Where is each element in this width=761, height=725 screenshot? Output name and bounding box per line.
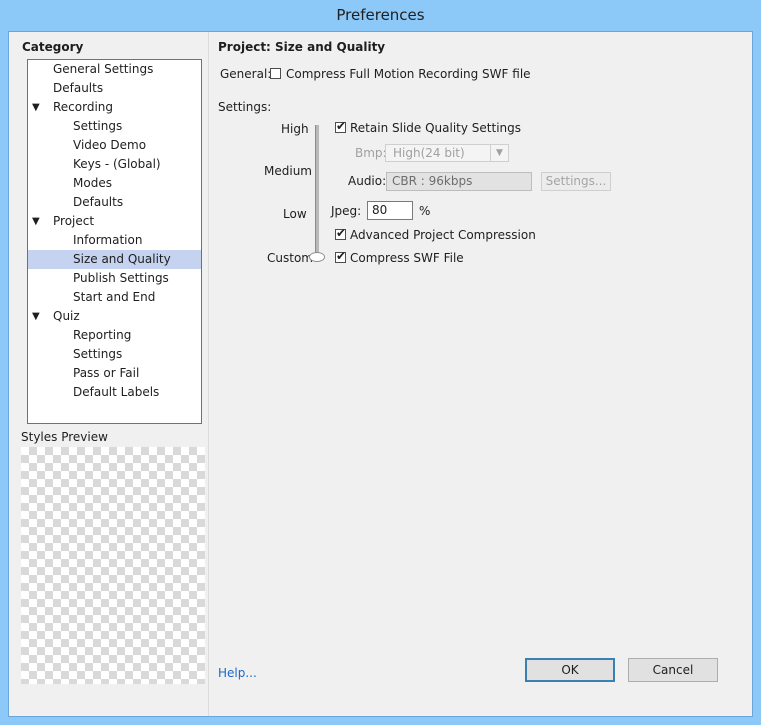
general-label: General: — [220, 67, 272, 81]
compress-fmr-label[interactable]: Compress Full Motion Recording SWF file — [286, 67, 531, 81]
tree-item-recording-defaults[interactable]: Defaults — [28, 193, 201, 212]
retain-quality-checkbox[interactable]: ✔ — [335, 119, 347, 133]
tree-item-label: Size and Quality — [73, 252, 171, 266]
category-tree[interactable]: General Settings Defaults ▼ Recording Se… — [27, 59, 202, 424]
tree-item-label: Reporting — [73, 328, 132, 342]
expand-arrow-icon[interactable]: ▼ — [32, 307, 42, 326]
compress-fmr-checkbox[interactable] — [270, 68, 281, 79]
bmp-select-value: High(24 bit) — [393, 146, 465, 160]
quality-slider-track[interactable] — [315, 125, 319, 255]
tree-item-label: General Settings — [53, 62, 154, 76]
advanced-compression-checkbox[interactable]: ✔ — [335, 226, 347, 240]
tree-item-project[interactable]: ▼ Project — [28, 212, 201, 231]
expand-arrow-icon[interactable]: ▼ — [32, 212, 42, 231]
jpeg-unit: % — [419, 204, 431, 218]
tree-item-label: Pass or Fail — [73, 366, 140, 380]
styles-preview-canvas — [21, 447, 205, 684]
quality-level-high[interactable]: High — [281, 122, 309, 136]
quality-level-custom[interactable]: Custom — [267, 251, 313, 265]
jpeg-label: Jpeg: — [331, 204, 362, 218]
tree-item-label: Quiz — [53, 309, 80, 323]
checkmark-icon: ✔ — [336, 119, 347, 133]
tree-item-default-labels[interactable]: Default Labels — [28, 383, 201, 402]
advanced-compression-label[interactable]: Advanced Project Compression — [350, 228, 536, 242]
tree-item-reporting[interactable]: Reporting — [28, 326, 201, 345]
retain-quality-label[interactable]: Retain Slide Quality Settings — [350, 121, 521, 135]
tree-item-label: Information — [73, 233, 143, 247]
quality-slider-thumb[interactable] — [309, 252, 325, 262]
tree-item-video-demo[interactable]: Video Demo — [28, 136, 201, 155]
tree-item-label: Publish Settings — [73, 271, 169, 285]
tree-item-quiz-settings[interactable]: Settings — [28, 345, 201, 364]
tree-item-keys-global[interactable]: Keys - (Global) — [28, 155, 201, 174]
tree-item-recording-settings[interactable]: Settings — [28, 117, 201, 136]
cancel-button[interactable]: Cancel — [628, 658, 718, 682]
tree-item-defaults[interactable]: Defaults — [28, 79, 201, 98]
audio-settings-button[interactable]: Settings... — [541, 172, 611, 191]
settings-label: Settings: — [218, 100, 272, 114]
audio-field: CBR : 96kbps — [386, 172, 532, 191]
tree-item-label: Settings — [73, 119, 123, 133]
tree-item-label: Recording — [53, 100, 114, 114]
tree-item-label: Modes — [73, 176, 112, 190]
quality-level-low[interactable]: Low — [283, 207, 307, 221]
tree-item-label: Settings — [73, 347, 123, 361]
tree-item-quiz[interactable]: ▼ Quiz — [28, 307, 201, 326]
tree-item-recording[interactable]: ▼ Recording — [28, 98, 201, 117]
audio-label: Audio: — [348, 174, 387, 188]
dialog-client-area: Category General Settings Defaults ▼ Rec… — [8, 31, 753, 717]
tree-item-label: Keys - (Global) — [73, 157, 161, 171]
tree-item-start-and-end[interactable]: Start and End — [28, 288, 201, 307]
help-link[interactable]: Help... — [218, 666, 257, 680]
tree-item-information[interactable]: Information — [28, 231, 201, 250]
tree-item-label: Default Labels — [73, 385, 160, 399]
bmp-select[interactable]: High(24 bit) ▼ — [385, 144, 509, 162]
category-title: Category — [22, 40, 84, 54]
compress-swf-label[interactable]: Compress SWF File — [350, 251, 464, 265]
tree-item-general-settings[interactable]: General Settings — [28, 60, 201, 79]
quality-level-medium[interactable]: Medium — [264, 164, 312, 178]
chevron-down-icon[interactable]: ▼ — [490, 145, 508, 161]
compress-swf-checkbox[interactable]: ✔ — [335, 249, 347, 263]
tree-item-modes[interactable]: Modes — [28, 174, 201, 193]
settings-panel: Project: Size and Quality General: Compr… — [209, 32, 752, 716]
window-title: Preferences — [336, 6, 425, 24]
left-panel: Category General Settings Defaults ▼ Rec… — [11, 32, 209, 716]
checkmark-icon: ✔ — [336, 249, 347, 263]
styles-preview-label: Styles Preview — [21, 430, 108, 444]
tree-item-label: Start and End — [73, 290, 156, 304]
tree-item-label: Project — [53, 214, 95, 228]
preferences-window: Preferences Category General Settings De… — [0, 0, 761, 725]
tree-item-pass-or-fail[interactable]: Pass or Fail — [28, 364, 201, 383]
jpeg-quality-input[interactable]: 80 — [367, 201, 413, 220]
tree-item-publish-settings[interactable]: Publish Settings — [28, 269, 201, 288]
tree-item-label: Defaults — [73, 195, 124, 209]
tree-item-label: Video Demo — [73, 138, 147, 152]
ok-button[interactable]: OK — [525, 658, 615, 682]
tree-item-label: Defaults — [53, 81, 104, 95]
checkmark-icon: ✔ — [336, 226, 347, 240]
bmp-label: Bmp: — [355, 146, 387, 160]
expand-arrow-icon[interactable]: ▼ — [32, 98, 42, 117]
section-title: Project: Size and Quality — [218, 40, 386, 54]
tree-item-size-and-quality[interactable]: Size and Quality — [28, 250, 201, 269]
